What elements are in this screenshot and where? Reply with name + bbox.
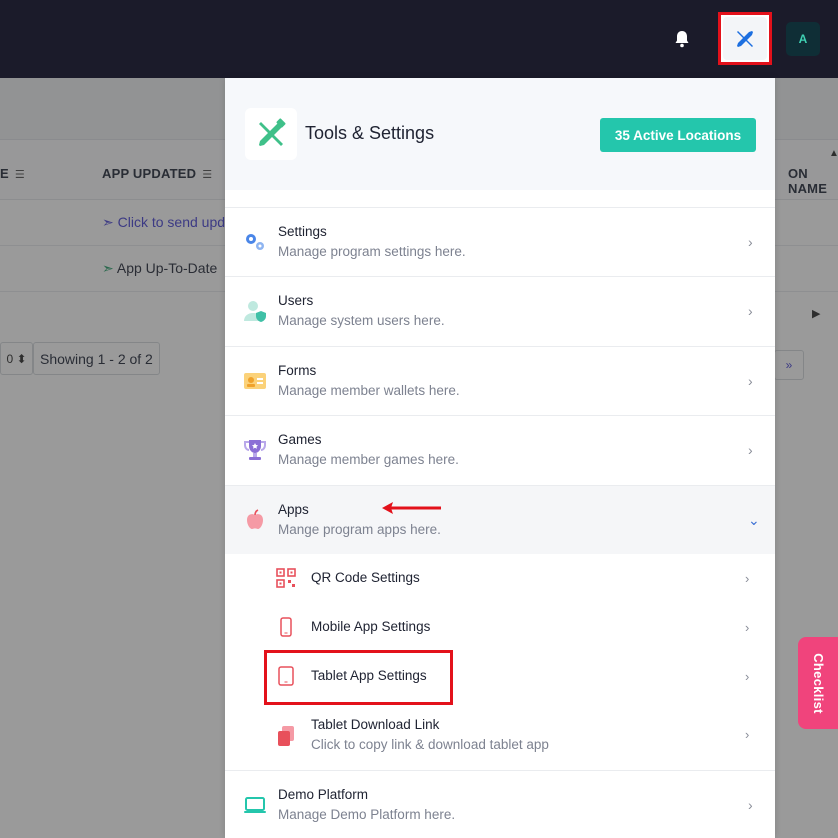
- menu-item-description: Manage member games here.: [278, 452, 459, 467]
- apple-icon: [243, 508, 267, 532]
- menu-item-title: Users: [278, 293, 314, 308]
- submenu-item-title: Tablet Download Link: [311, 717, 440, 732]
- tools-icon: [245, 108, 297, 160]
- menu-item-description: Manage system users here.: [278, 313, 445, 328]
- chevron-right-icon: ›: [748, 797, 753, 813]
- menu-item-apps[interactable]: Apps Mange program apps here. ⌄: [225, 485, 775, 554]
- menu-item-title: Forms: [278, 363, 317, 378]
- menu-item-settings[interactable]: Settings Manage program settings here. ›: [225, 207, 775, 276]
- submenu-item-tablet-download-link[interactable]: Tablet Download Link Click to copy link …: [225, 701, 775, 770]
- submenu-item-qr-code-settings[interactable]: QR Code Settings ›: [225, 554, 775, 603]
- bell-icon[interactable]: [672, 29, 692, 49]
- tablet-app-settings-highlight: [264, 650, 453, 705]
- gears-icon: [243, 230, 267, 254]
- menu-item-description: Manage member wallets here.: [278, 383, 460, 398]
- chevron-right-icon: ›: [745, 727, 750, 742]
- menu-item-games[interactable]: Games Manage member games here. ›: [225, 415, 775, 484]
- qr-code-icon: [275, 567, 297, 589]
- laptop-icon: [243, 793, 267, 817]
- dropdown-header: Tools & Settings 35 Active Locations: [225, 78, 775, 190]
- tools-settings-dropdown: Tools & Settings 35 Active Locations Set…: [225, 78, 775, 838]
- submenu-item-description: Click to copy link & download tablet app: [311, 737, 549, 752]
- menu-item-demo-platform[interactable]: Demo Platform Manage Demo Platform here.…: [225, 770, 775, 838]
- submenu-item-title: Mobile App Settings: [311, 619, 431, 634]
- submenu-item-title: QR Code Settings: [311, 570, 420, 585]
- chevron-down-icon: ⌄: [748, 512, 760, 528]
- chevron-right-icon: ›: [745, 669, 750, 684]
- red-arrow-annotation-icon: [382, 502, 441, 514]
- id-card-icon: [243, 369, 267, 393]
- chevron-right-icon: ›: [745, 571, 750, 586]
- checklist-tab[interactable]: Checklist: [798, 637, 838, 729]
- top-navbar: A: [0, 0, 838, 78]
- active-locations-badge[interactable]: 35 Active Locations: [600, 118, 756, 152]
- mobile-icon: [275, 616, 297, 638]
- menu-item-forms[interactable]: Forms Manage member wallets here. ›: [225, 346, 775, 415]
- copy-icon: [275, 725, 297, 747]
- wrench-screwdriver-icon: [737, 30, 753, 47]
- menu-item-users[interactable]: Users Manage system users here. ›: [225, 276, 775, 345]
- tools-settings-button[interactable]: [718, 12, 772, 65]
- menu-item-description: Mange program apps here.: [278, 522, 441, 537]
- avatar[interactable]: A: [786, 22, 820, 56]
- chevron-right-icon: ›: [748, 303, 753, 319]
- menu-item-title: Demo Platform: [278, 787, 369, 802]
- chevron-right-icon: ›: [748, 234, 753, 250]
- chevron-right-icon: ›: [748, 373, 753, 389]
- menu-item-description: Manage Demo Platform here.: [278, 807, 456, 822]
- submenu-item-mobile-app-settings[interactable]: Mobile App Settings ›: [225, 603, 775, 652]
- menu-item-title: Settings: [278, 224, 327, 239]
- menu-item-title: Games: [278, 432, 322, 447]
- menu-item-description: Manage program settings here.: [278, 244, 466, 259]
- trophy-icon: [243, 438, 267, 462]
- user-shield-icon: [243, 299, 267, 323]
- chevron-right-icon: ›: [745, 620, 750, 635]
- checklist-label: Checklist: [810, 652, 826, 714]
- menu-item-title: Apps: [278, 502, 309, 517]
- chevron-right-icon: ›: [748, 442, 753, 458]
- dropdown-title: Tools & Settings: [305, 123, 435, 143]
